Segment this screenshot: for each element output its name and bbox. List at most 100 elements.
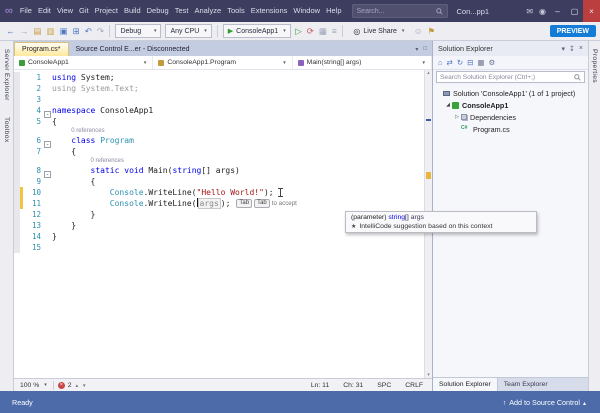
menu-window[interactable]: Window [290, 0, 323, 22]
codelens-references[interactable]: 0 references [52, 157, 124, 165]
code-text[interactable]: } [52, 220, 76, 231]
configuration-dropdown[interactable]: Debug [115, 24, 161, 38]
zoom-dropdown[interactable]: 100 % [18, 382, 49, 389]
scroll-up-icon[interactable] [425, 70, 432, 76]
code-text[interactable]: Console.WriteLine("Hello World!"); [52, 187, 274, 198]
flag-icon[interactable]: ⚑ [425, 26, 438, 37]
menu-extensions[interactable]: Extensions [248, 0, 291, 22]
more-documents-icon[interactable]: ▾ [415, 46, 418, 53]
home-icon[interactable]: ⌂ [438, 58, 443, 67]
menu-edit[interactable]: Edit [35, 0, 54, 22]
save-all-icon[interactable]: ⊞ [70, 26, 82, 37]
feedback-smiley-icon[interactable]: ☺ [411, 26, 425, 36]
tree-item-consoleapp1[interactable]: ◢ConsoleApp1 [433, 99, 588, 111]
forward-icon[interactable]: → [18, 26, 32, 36]
search-input[interactable] [357, 8, 436, 15]
minimize-button[interactable]: – [549, 0, 566, 22]
collapse-all-icon[interactable]: ⊟ [467, 58, 473, 67]
menu-test[interactable]: Test [172, 0, 192, 22]
preview-button[interactable]: PREVIEW [550, 25, 596, 37]
doc-tab-program-cs[interactable]: Program.cs* [14, 42, 69, 56]
add-to-source-control-button[interactable]: Add to Source Control [503, 398, 594, 407]
menu-view[interactable]: View [54, 0, 76, 22]
menu-tools[interactable]: Tools [224, 0, 248, 22]
breadcrumb-segment-0[interactable]: ConsoleApp1 [14, 56, 153, 69]
hot-reload-icon[interactable]: ⟳ [304, 26, 316, 37]
menu-debug[interactable]: Debug [144, 0, 172, 22]
codelens-references[interactable]: 0 references [52, 127, 105, 135]
close-icon[interactable]: × [579, 45, 583, 53]
code-text[interactable]: { [52, 116, 57, 127]
tool-window-tab-toolbox[interactable]: Toolbox [3, 117, 10, 143]
open-file-icon[interactable]: ▥ [44, 26, 57, 37]
code-text[interactable]: } [52, 231, 57, 242]
tree-item-program-cs[interactable]: Program.cs [433, 123, 588, 135]
solution-search-box[interactable] [436, 71, 585, 83]
switch-views-icon[interactable]: ⇄ [447, 58, 453, 67]
line-number: 15 [23, 242, 43, 253]
expander-icon[interactable]: ▷ [453, 114, 461, 120]
quick-search[interactable] [352, 4, 448, 18]
code-text[interactable]: static void Main(string[] args) [52, 165, 240, 176]
code-text[interactable]: { [52, 176, 95, 187]
back-icon[interactable]: ← [4, 26, 18, 36]
breadcrumb-segment-1[interactable]: ConsoleApp1.Program [153, 56, 292, 69]
platform-dropdown[interactable]: Any CPU [165, 24, 211, 38]
line-number: 6 [23, 135, 43, 146]
status-bar: Ready Add to Source Control [0, 391, 600, 413]
run-without-debug-icon[interactable]: ▷ [293, 26, 305, 37]
next-issue-icon[interactable] [82, 382, 86, 389]
find-in-files-icon[interactable]: ▦ [316, 26, 329, 37]
panel-tab-solution-explorer[interactable]: Solution Explorer [433, 378, 498, 391]
close-button[interactable]: × [583, 0, 600, 22]
code-text[interactable]: } [52, 209, 95, 220]
tool-window-tab-properties[interactable]: Properties [591, 49, 598, 83]
menu-project[interactable]: Project [92, 0, 121, 22]
save-icon[interactable]: ▣ [57, 26, 70, 37]
refresh-icon[interactable]: ↻ [457, 58, 463, 67]
tree-item-dependencies[interactable]: ▷Dependencies [433, 111, 588, 123]
menu-help[interactable]: Help [323, 0, 344, 22]
code-text[interactable]: namespace ConsoleApp1 [52, 105, 153, 116]
maximize-button[interactable]: ▢ [566, 0, 583, 22]
menu-file[interactable]: File [17, 0, 35, 22]
tool-window-tab-server-explorer[interactable]: Server Explorer [3, 49, 10, 101]
account-icon[interactable]: ◉ [536, 7, 549, 16]
pin-icon[interactable]: ↧ [569, 45, 575, 53]
star-icon: ★ [351, 223, 356, 230]
solution-search-input[interactable] [440, 74, 574, 81]
menu-git[interactable]: Git [76, 0, 92, 22]
live-share-button[interactable]: ◎ Live Share [348, 24, 409, 38]
scroll-down-icon[interactable] [425, 372, 432, 378]
code-text[interactable]: Console.WriteLine(args); [52, 198, 230, 209]
show-all-files-icon[interactable]: ▦ [477, 58, 484, 67]
window-position-icon[interactable]: ▾ [562, 45, 566, 53]
code-text[interactable]: { [52, 146, 76, 157]
expander-icon[interactable]: ◢ [444, 102, 452, 108]
signature-token: string [388, 214, 405, 221]
line-number: 13 [23, 220, 43, 231]
feedback-icon[interactable]: ✉ [523, 7, 536, 16]
undo-icon[interactable]: ↶ [82, 26, 94, 37]
command-list-icon[interactable]: ≡ [329, 26, 339, 36]
line-ending-mode: CRLF [405, 382, 423, 389]
float-document-icon[interactable]: □ [423, 46, 427, 53]
toolbar: ←→▤▥▣⊞↶↷ Debug Any CPU ▶ ConsoleApp1 ▷⟳▦… [0, 22, 600, 41]
code-text[interactable]: class Program [52, 135, 134, 146]
panel-tab-team-explorer[interactable]: Team Explorer [498, 378, 554, 391]
menu-analyze[interactable]: Analyze [192, 0, 225, 22]
previous-issue-icon[interactable] [75, 382, 79, 389]
start-debugging-button[interactable]: ▶ ConsoleApp1 [223, 24, 291, 38]
code-text[interactable]: using System.Text; [52, 83, 139, 94]
menu-build[interactable]: Build [121, 0, 144, 22]
code-text[interactable]: using System; [52, 72, 115, 83]
tree-item-solution-consoleapp1-1-of-1-project[interactable]: Solution 'ConsoleApp1' (1 of 1 project) [433, 87, 588, 99]
breadcrumb-segment-2[interactable]: Main(string[] args) [293, 56, 432, 69]
properties-icon[interactable]: ⚙ [489, 58, 496, 67]
token: namespace [52, 106, 95, 115]
chevron-up-icon [583, 398, 586, 407]
document-health-indicator[interactable]: 2 [58, 382, 87, 389]
new-project-icon[interactable]: ▤ [31, 26, 44, 37]
redo-icon[interactable]: ↷ [94, 26, 106, 37]
doc-tab-source-control-e-er-disconnected[interactable]: Source Control E...er - Disconnected [69, 42, 197, 56]
